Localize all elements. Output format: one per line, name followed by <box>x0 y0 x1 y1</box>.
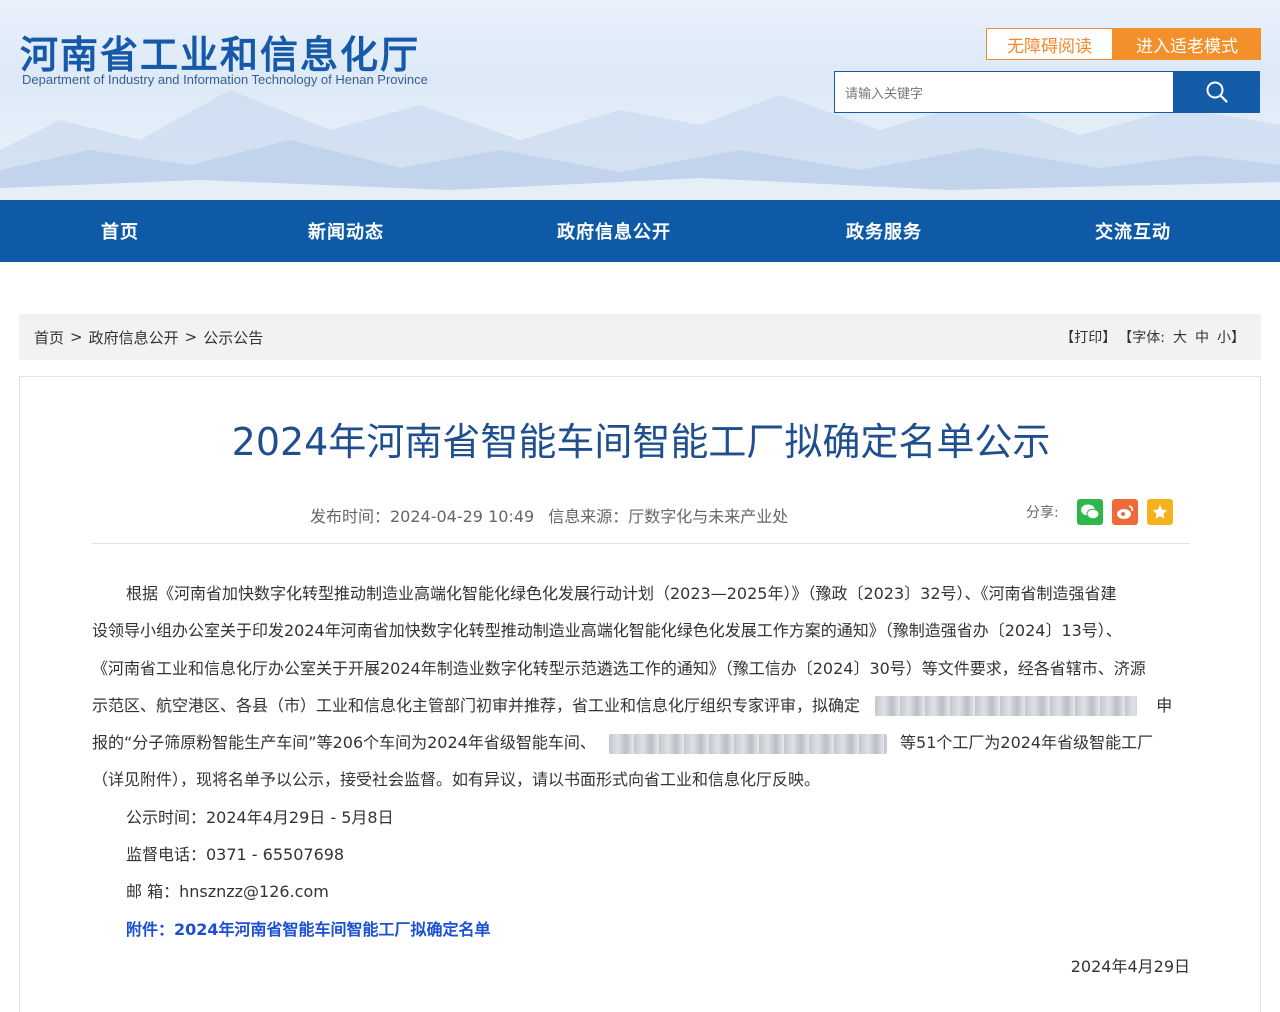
info-source: 信息来源：厅数字化与未来产业处 <box>548 507 789 526</box>
search-button[interactable] <box>1173 71 1260 113</box>
breadcrumb-gov-info[interactable]: 政府信息公开 <box>89 327 179 348</box>
breadcrumb-home[interactable]: 首页 <box>34 327 64 348</box>
supervision-phone: 监督电话：0371 - 65507698 <box>126 845 345 865</box>
weibo-icon[interactable] <box>1111 499 1138 525</box>
search-icon <box>1206 81 1228 103</box>
main-nav: 首页 新闻动态 政府信息公开 政务服务 交流互动 <box>0 200 1280 262</box>
paragraph-line: 报的“分子筛原粉智能生产车间”等206个车间为2024年省级智能车间、 等51个… <box>92 724 1192 761</box>
wechat-icon[interactable] <box>1076 499 1103 525</box>
attachment-link[interactable]: 附件：2024年河南省智能车间智能工厂拟确定名单 <box>92 911 1192 948</box>
breadcrumb-separator: > <box>70 328 83 346</box>
paragraph-text: 申 <box>1156 695 1173 715</box>
paragraph-line: 示范区、航空港区、各县（市）工业和信息化主管部门初审并推荐，省工业和信息化厅组织… <box>92 687 1192 724</box>
site-header: 河南省工业和信息化厅 Department of Industry and In… <box>0 0 1280 200</box>
font-large-link[interactable]: 大 <box>1173 327 1187 347</box>
paragraph-text: 报的“分子筛原粉智能生产车间”等206个车间为2024年省级智能车间、 <box>92 733 596 753</box>
redacted-text <box>875 696 1138 717</box>
article-title: 2024年河南省智能车间智能工厂拟确定名单公示 <box>231 420 1051 464</box>
article-container: 2024年河南省智能车间智能工厂拟确定名单公示 发布时间：2024-04-29 … <box>19 376 1261 1012</box>
site-title[interactable]: 河南省工业和信息化厅 <box>20 24 420 79</box>
paragraph-text: 等51个工厂为2024年省级智能工厂 <box>900 733 1154 753</box>
nav-item-news[interactable]: 新闻动态 <box>308 200 384 262</box>
article-body: 根据《河南省加快数字化转型推动制造业高端化智能化绿色化发展行动计划（2023—2… <box>92 575 1192 985</box>
font-size-label: 【字体: <box>1118 330 1165 346</box>
font-medium-link[interactable]: 中 <box>1195 327 1209 347</box>
article-date: 2024年4月29日 <box>1070 956 1190 976</box>
font-small-link[interactable]: 小】 <box>1217 327 1245 347</box>
article-meta: 发布时间：2024-04-29 10:49 信息来源：厅数字化与未来产业处 <box>310 503 788 527</box>
paragraph-line: （详见附件），现将名单予以公示，接受社会监督。如有异议，请以书面形式向省工业和信… <box>92 770 821 790</box>
paragraph-line: 设领导小组办公室关于印发2024年河南省加快数字化转型推动制造业高端化智能化绿色… <box>92 621 1122 641</box>
site-subtitle: Department of Industry and Information T… <box>22 72 428 87</box>
favorite-icon[interactable] <box>1146 499 1173 525</box>
nav-item-home[interactable]: 首页 <box>101 200 139 262</box>
publish-time: 发布时间：2024-04-29 10:49 <box>310 507 535 526</box>
contact-email: 邮 箱：hnsznzz@126.com <box>126 882 329 902</box>
paragraph-text: 示范区、航空港区、各县（市）工业和信息化主管部门初审并推荐，省工业和信息化厅组织… <box>92 695 861 715</box>
search-input[interactable]: 请输入关键字 <box>834 71 1174 113</box>
nav-item-services[interactable]: 政务服务 <box>846 200 922 262</box>
redacted-text <box>608 733 887 754</box>
nav-item-gov-info[interactable]: 政府信息公开 <box>557 200 671 262</box>
paragraph-line: 根据《河南省加快数字化转型推动制造业高端化智能化绿色化发展行动计划（2023—2… <box>126 584 1117 603</box>
print-link[interactable]: 【打印】 <box>1060 327 1116 347</box>
share-label: 分享: <box>1026 505 1059 521</box>
breadcrumb: 首页 > 政府信息公开 > 公示公告 【打印】 【字体: 大 中 小】 <box>19 314 1261 360</box>
notice-period: 公示时间：2024年4月29日 - 5月8日 <box>126 807 394 827</box>
elder-mode-button[interactable]: 进入适老模式 <box>1113 28 1261 60</box>
breadcrumb-announcements[interactable]: 公示公告 <box>203 327 263 348</box>
page-tools: 【打印】 【字体: 大 中 小】 <box>1058 314 1245 360</box>
accessibility-reading-button[interactable]: 无障碍阅读 <box>986 28 1113 60</box>
meta-divider <box>92 543 1190 544</box>
paragraph-line: 《河南省工业和信息化厅办公室关于开展2024年制造业数字化转型示范遴选工作的通知… <box>92 658 1146 678</box>
share-bar: 分享: <box>1026 499 1173 525</box>
breadcrumb-separator: > <box>184 328 198 346</box>
nav-item-interaction[interactable]: 交流互动 <box>1095 200 1171 262</box>
